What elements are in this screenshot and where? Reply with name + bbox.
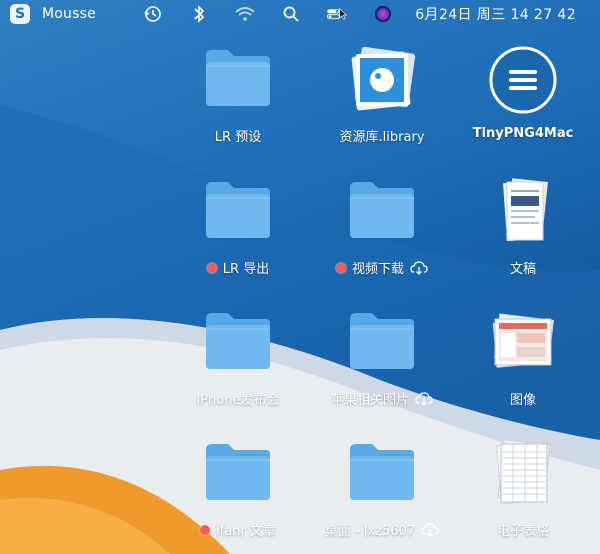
desktop-item-video-downloads[interactable]: 视频下载 <box>322 176 442 277</box>
desktop-item-label: ifanr 文章 <box>216 524 276 539</box>
desktop-item-label: 图像 <box>509 393 536 408</box>
menu-bar: S Mousse 6月24日 周三 14 27 42 <box>0 0 600 28</box>
desktop-item-label: 资源库.library <box>339 130 425 145</box>
time-machine-icon[interactable] <box>142 3 164 25</box>
desktop-item-spreadsheets[interactable]: 电子表格 <box>463 438 583 539</box>
desktop-item-label: iPhone发布会 <box>196 393 280 408</box>
desktop-item-lr-presets[interactable]: LR 预设 <box>178 44 298 145</box>
desktop-item-label: 视频下载 <box>351 262 404 277</box>
app-name-menu[interactable]: Mousse <box>42 6 96 22</box>
desktop-item-ifanr-articles[interactable]: ifanr 文章 <box>178 438 298 539</box>
desktop-item-apple-images[interactable]: 苹果相关图片 <box>322 307 442 408</box>
icloud-download-icon <box>415 391 433 406</box>
desktop-item-label: 文稿 <box>509 262 536 277</box>
control-center-icon[interactable] <box>326 3 348 25</box>
desktop-item-documents[interactable]: 文稿 <box>463 176 583 277</box>
search-icon[interactable] <box>280 3 302 25</box>
desktop-item-label: 桌面 - lxz5607 <box>324 524 416 539</box>
spreadsheet-stack-icon <box>481 438 565 512</box>
red-tag-icon <box>335 262 346 273</box>
mouse-cursor-icon <box>339 7 347 20</box>
folder-icon <box>340 438 424 512</box>
folder-icon <box>196 307 280 381</box>
red-tag-icon <box>206 262 217 273</box>
bluetooth-icon[interactable] <box>188 3 210 25</box>
desktop-item-tinypng[interactable]: TinyPNG4Mac <box>463 44 583 141</box>
folder-icon <box>196 438 280 512</box>
wifi-icon[interactable] <box>234 3 256 25</box>
red-tag-icon <box>200 524 211 535</box>
desktop-item-label: 电子表格 <box>496 524 549 539</box>
desktop-item-label: 苹果相关图片 <box>330 393 409 408</box>
folder-icon <box>340 176 424 250</box>
desktop-item-images[interactable]: 图像 <box>463 307 583 408</box>
desktop-item-desktop-lxz5607[interactable]: 桌面 - lxz5607 <box>322 438 442 539</box>
desktop-item-lr-export[interactable]: LR 导出 <box>178 176 298 277</box>
desktop: S Mousse 6月24日 周三 14 27 42 LR 预设 资源库.lib… <box>0 0 600 554</box>
icloud-download-icon <box>410 260 428 275</box>
app-logo-icon[interactable]: S <box>10 4 30 24</box>
siri-icon[interactable] <box>372 3 394 25</box>
desktop-item-iphone-event[interactable]: iPhone发布会 <box>178 307 298 408</box>
menu-bar-clock[interactable]: 6月24日 周三 14 27 42 <box>415 0 576 28</box>
folder-icon <box>340 307 424 381</box>
eagle-library-icon <box>340 44 424 118</box>
tinypng-app-icon <box>481 44 565 118</box>
desktop-item-label: LR 导出 <box>222 262 270 277</box>
desktop-item-library[interactable]: 资源库.library <box>322 44 442 145</box>
document-stack-icon <box>481 176 565 250</box>
folder-icon <box>196 176 280 250</box>
desktop-item-label: TinyPNG4Mac <box>472 126 574 141</box>
image-stack-icon <box>481 307 565 381</box>
folder-icon <box>196 44 280 118</box>
desktop-item-label: LR 预设 <box>214 130 262 145</box>
icloud-download-icon <box>421 522 439 537</box>
